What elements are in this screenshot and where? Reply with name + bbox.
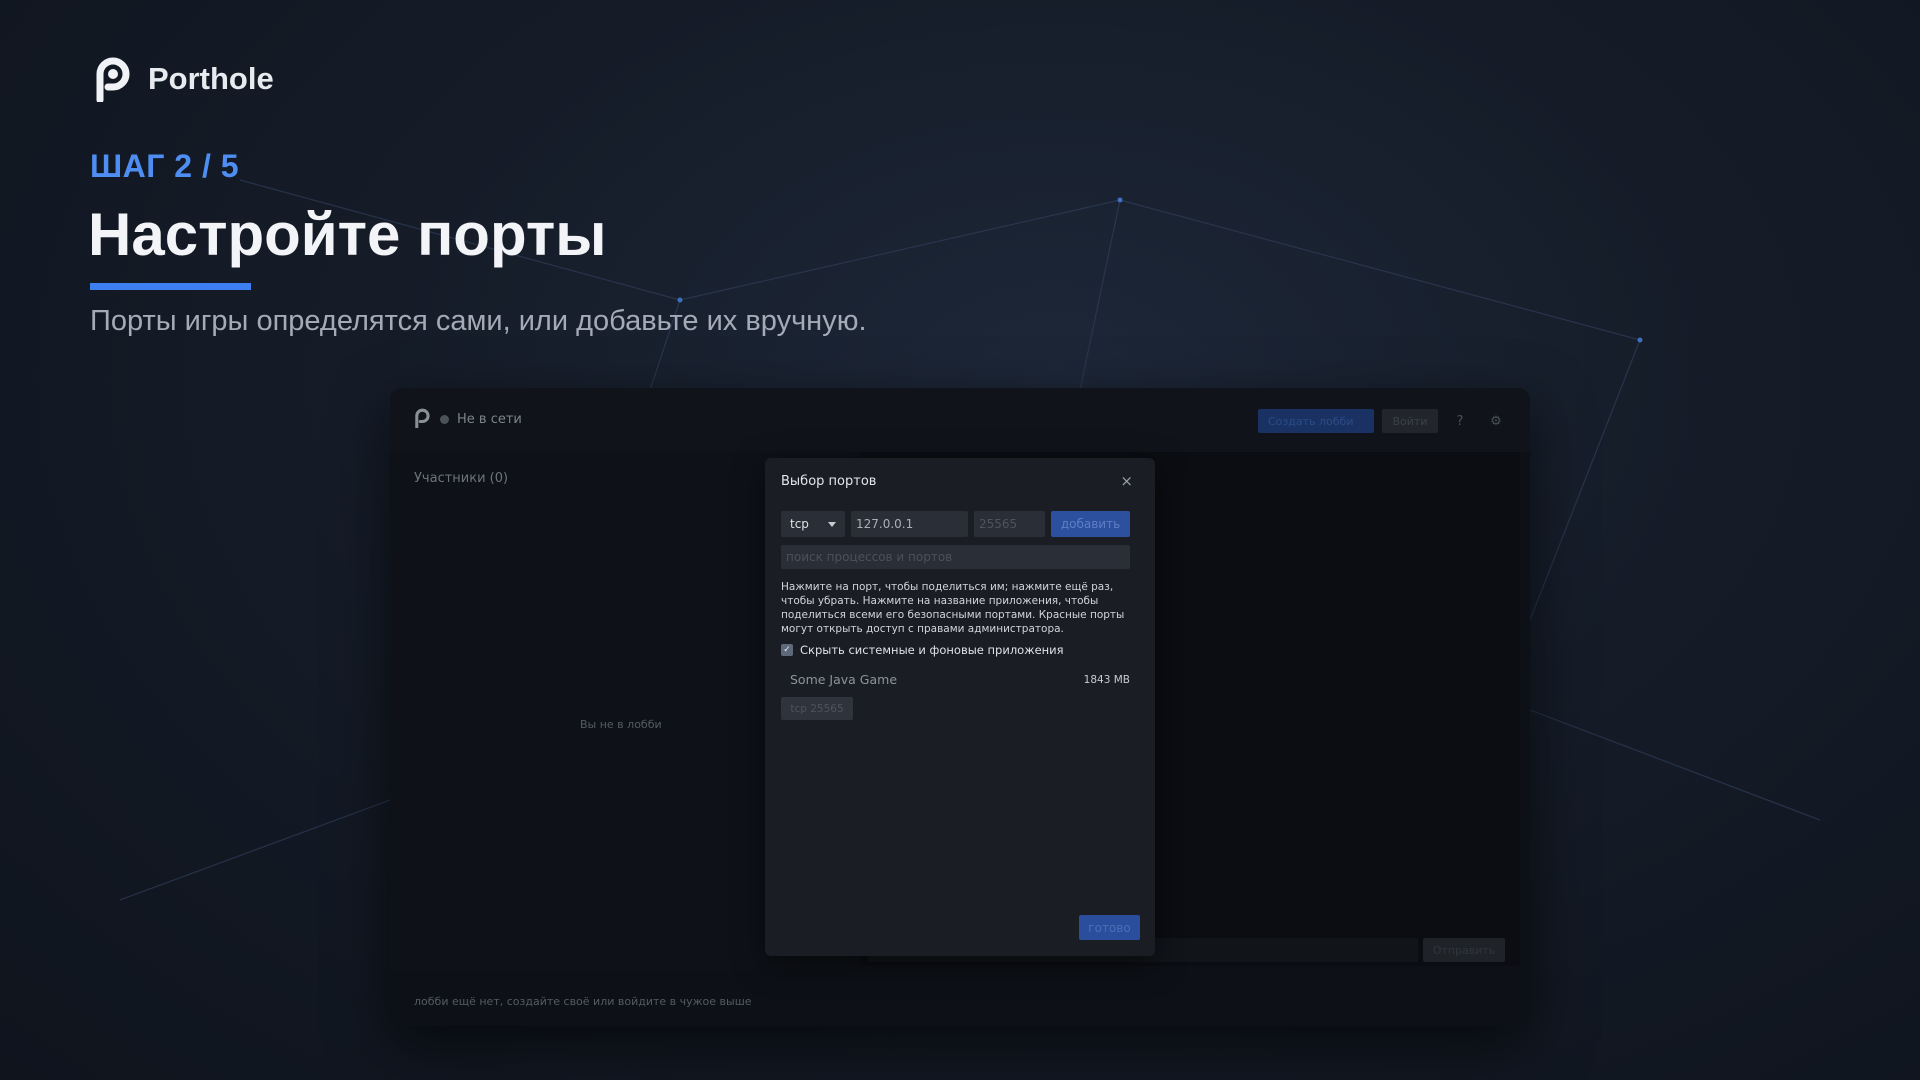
app-list-item: Some Java Game 1843 MB bbox=[790, 672, 1130, 687]
brand-name: Porthole bbox=[148, 61, 274, 96]
app-window: Не в сети Создать лобби Войти ? ⚙ Участн… bbox=[390, 388, 1530, 1026]
add-port-row: tcp добавить bbox=[781, 511, 1130, 537]
create-lobby-button[interactable]: Создать лобби bbox=[1258, 409, 1374, 433]
app-memory: 1843 MB bbox=[1083, 673, 1130, 686]
process-search-input[interactable] bbox=[781, 545, 1130, 569]
lobby-hint: лобби ещё нет, создайте своё или войдите… bbox=[414, 995, 752, 1008]
send-button[interactable]: Отправить bbox=[1423, 938, 1505, 962]
port-selection-dialog: Выбор портов × tcp добавить Нажмите на п… bbox=[765, 458, 1155, 956]
protocol-select[interactable]: tcp bbox=[781, 511, 845, 537]
app-logo-icon bbox=[415, 408, 430, 428]
participants-header: Участники (0) bbox=[414, 471, 509, 486]
checkbox-checked-icon[interactable]: ✓ bbox=[781, 644, 793, 656]
dialog-title: Выбор портов bbox=[781, 474, 877, 489]
port-input[interactable] bbox=[974, 511, 1045, 537]
app-header: Не в сети Создать лобби Войти ? ⚙ bbox=[390, 388, 1530, 452]
protocol-value: tcp bbox=[790, 517, 809, 531]
chevron-down-icon bbox=[828, 521, 836, 527]
port-help-text: Нажмите на порт, чтобы поделиться им; на… bbox=[781, 581, 1125, 635]
empty-lobby-text: Вы не в лобби bbox=[580, 718, 662, 731]
header-actions: Создать лобби Войти ? ⚙ bbox=[1258, 409, 1510, 433]
port-chip[interactable]: tcp 25565 bbox=[781, 697, 853, 720]
status-dot-icon bbox=[440, 415, 449, 424]
connection-status: Не в сети bbox=[440, 412, 522, 427]
title-underline bbox=[90, 283, 251, 290]
hide-system-apps-toggle[interactable]: ✓ Скрыть системные и фоновые приложения bbox=[781, 643, 1064, 657]
page-title: Настройте порты bbox=[88, 201, 607, 268]
app-name[interactable]: Some Java Game bbox=[790, 672, 897, 687]
join-button[interactable]: Войти bbox=[1382, 409, 1438, 433]
porthole-logo-icon bbox=[96, 57, 130, 102]
ip-address-input[interactable] bbox=[851, 511, 968, 537]
help-icon[interactable]: ? bbox=[1446, 409, 1474, 433]
done-button[interactable]: готово bbox=[1079, 915, 1140, 940]
brand: Porthole bbox=[94, 56, 274, 102]
status-text: Не в сети bbox=[457, 412, 522, 427]
hide-system-apps-label: Скрыть системные и фоновые приложения bbox=[800, 643, 1064, 657]
step-indicator: ШАГ 2 / 5 bbox=[90, 148, 240, 184]
page-subtitle: Порты игры определятся сами, или добавьт… bbox=[90, 305, 867, 337]
settings-gear-icon[interactable]: ⚙ bbox=[1482, 409, 1510, 433]
add-port-button[interactable]: добавить bbox=[1051, 511, 1130, 537]
close-icon[interactable]: × bbox=[1120, 472, 1133, 490]
